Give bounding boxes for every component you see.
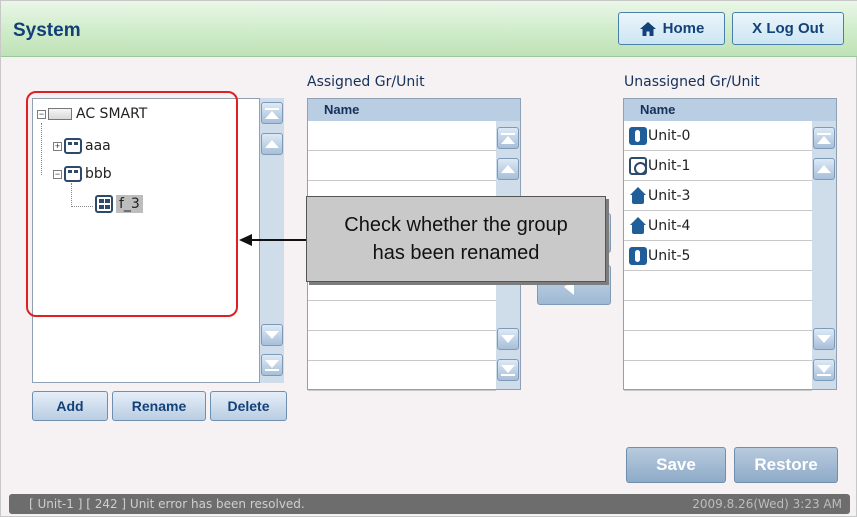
page-title: System [13, 20, 81, 41]
callout-arrow-head [239, 234, 252, 246]
unit-label: Unit-3 [648, 187, 691, 204]
status-bar: [ Unit-1 ] [ 242 ] Unit error has been r… [9, 494, 850, 514]
callout-line-1: Check whether the group [344, 214, 568, 236]
scroll-up-button[interactable] [261, 133, 283, 155]
unassigned-scrollbar[interactable] [812, 121, 836, 389]
list-row[interactable] [308, 331, 496, 361]
assigned-column-header: Name [308, 99, 520, 121]
scroll-top-button[interactable] [813, 127, 835, 149]
system-screen: System Home X Log Out − AC SMART + aaa − [0, 0, 857, 517]
unassigned-title: Unassigned Gr/Unit [624, 74, 760, 90]
unit-label: Unit-1 [648, 157, 691, 174]
list-item-unit-3[interactable]: Unit-3 [624, 181, 812, 211]
save-button[interactable]: Save [626, 447, 726, 483]
logout-label: X Log Out [752, 20, 824, 37]
callout-arrow-line [251, 239, 306, 241]
unit-label: Unit-0 [648, 127, 691, 144]
delete-button[interactable]: Delete [210, 391, 287, 421]
unit-label: Unit-4 [648, 217, 691, 234]
scroll-bottom-button[interactable] [261, 354, 283, 376]
home-icon [639, 21, 656, 36]
list-row[interactable] [624, 331, 812, 361]
restore-button[interactable]: Restore [734, 447, 838, 483]
tree-highlight-box [26, 91, 238, 317]
scroll-top-button[interactable] [261, 102, 283, 124]
unassigned-list: Name Unit-0 Unit-1 Unit-3 Unit-4 Unit-5 [623, 98, 837, 391]
status-message: [ Unit-1 ] [ 242 ] Unit error has been r… [29, 497, 305, 511]
list-row[interactable] [624, 361, 812, 391]
unassigned-column-header: Name [624, 99, 836, 121]
scroll-down-button[interactable] [813, 328, 835, 350]
logout-button[interactable]: X Log Out [732, 12, 844, 45]
callout-box: Check whether the group has been renamed [306, 196, 606, 282]
unit-label: Unit-5 [648, 247, 691, 264]
list-item-unit-1[interactable]: Unit-1 [624, 151, 812, 181]
scroll-bottom-button[interactable] [497, 359, 519, 381]
scroll-down-button[interactable] [261, 324, 283, 346]
outdoor-unit-icon [629, 216, 647, 235]
list-row[interactable] [624, 301, 812, 331]
callout-line-2: has been renamed [372, 242, 540, 264]
home-button[interactable]: Home [618, 12, 725, 45]
assigned-title: Assigned Gr/Unit [307, 74, 425, 90]
rename-button[interactable]: Rename [112, 391, 206, 421]
home-label: Home [662, 20, 705, 37]
ventilation-unit-icon [629, 156, 647, 175]
list-row[interactable] [624, 271, 812, 301]
header-bar: System Home X Log Out [1, 1, 857, 57]
scroll-up-button[interactable] [813, 158, 835, 180]
add-button[interactable]: Add [32, 391, 108, 421]
indoor-unit-icon [629, 126, 647, 145]
list-row[interactable] [308, 151, 496, 181]
list-row[interactable] [308, 301, 496, 331]
status-datetime: 2009.8.26(Wed) 3:23 AM [692, 497, 842, 511]
indoor-unit-icon [629, 246, 647, 265]
scroll-up-button[interactable] [497, 158, 519, 180]
list-row[interactable] [308, 361, 496, 391]
list-row[interactable] [308, 121, 496, 151]
scroll-top-button[interactable] [497, 127, 519, 149]
list-item-unit-5[interactable]: Unit-5 [624, 241, 812, 271]
list-item-unit-0[interactable]: Unit-0 [624, 121, 812, 151]
list-item-unit-4[interactable]: Unit-4 [624, 211, 812, 241]
scroll-down-button[interactable] [497, 328, 519, 350]
outdoor-unit-icon [629, 186, 647, 205]
scroll-bottom-button[interactable] [813, 359, 835, 381]
